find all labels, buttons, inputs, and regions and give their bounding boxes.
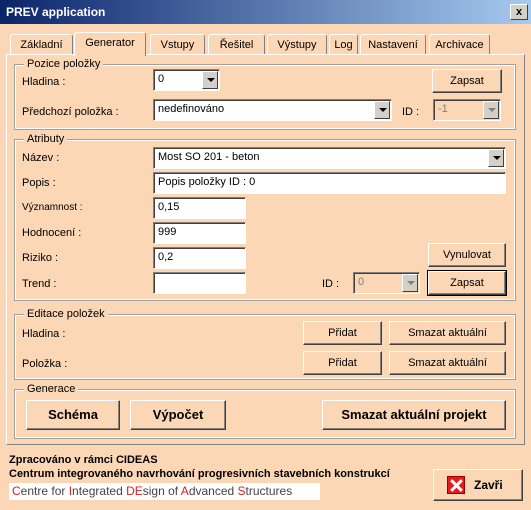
group-editace-polozek: Editace položek Hladina : Přidat Smazat …	[14, 308, 516, 380]
zavri-button[interactable]: Zavři	[433, 469, 523, 501]
group-title-editace: Editace položek	[24, 308, 108, 320]
chevron-down-icon[interactable]	[488, 149, 504, 167]
logo-letter: C	[12, 484, 21, 498]
tab-vstupy[interactable]: Vstupy	[150, 34, 205, 56]
group-pozice-polozky: Pozice položky Hladina : 0 Zapsat Předch…	[14, 58, 516, 130]
atributy-zapsat-button[interactable]: Zapsat	[427, 270, 507, 296]
tab-generator[interactable]: Generator	[74, 32, 146, 56]
group-atributy: Atributy Název : Most SO 201 - beton Pop…	[14, 133, 516, 301]
tab-vystupy[interactable]: Výstupy	[267, 34, 327, 56]
pozice-zapsat-button[interactable]: Zapsat	[432, 69, 502, 93]
hladina-label: Hladina :	[22, 76, 66, 88]
atributy-id-label: ID :	[322, 278, 340, 290]
group-title-atributy: Atributy	[24, 133, 68, 145]
hodnoceni-input[interactable]: 999	[153, 222, 246, 244]
schema-button[interactable]: Schéma	[26, 400, 120, 430]
hladina-dropdown[interactable]: 0	[153, 69, 220, 91]
pozice-id-dropdown: -1	[433, 99, 501, 121]
generator-panel: Pozice položky Hladina : 0 Zapsat Předch…	[6, 54, 525, 445]
polozka-pridat-button[interactable]: Přidat	[303, 351, 382, 375]
logo-text: tructures	[245, 484, 293, 498]
popis-input[interactable]: Popis položky ID : 0	[153, 172, 506, 194]
logo-letter: A	[180, 484, 189, 498]
popis-label: Popis :	[22, 177, 56, 189]
vynulovat-button[interactable]: Vynulovat	[428, 243, 506, 267]
smazat-projekt-button[interactable]: Smazat aktuální projekt	[322, 400, 506, 430]
tab-nastaveni[interactable]: Nastavení	[360, 34, 426, 56]
atributy-id-dropdown: 0	[353, 272, 420, 294]
tab-resitel[interactable]: Řešitel	[208, 34, 265, 56]
hodnoceni-label: Hodnocení :	[22, 227, 82, 239]
riziko-input[interactable]: 0,2	[153, 247, 246, 269]
logo-letter: S	[237, 484, 246, 498]
nazev-value: Most SO 201 - beton	[158, 151, 260, 163]
chevron-down-icon	[402, 274, 418, 292]
predchozi-polozka-value: nedefinováno	[158, 103, 225, 115]
nazev-label: Název :	[22, 152, 60, 164]
trend-label: Trend :	[22, 278, 57, 290]
close-icon	[447, 476, 465, 494]
logo-text: ntegrated	[72, 484, 127, 498]
hladina-pridat-button[interactable]: Přidat	[303, 321, 382, 345]
hladina-value: 0	[158, 73, 165, 85]
polozka-smazat-button[interactable]: Smazat aktuální	[389, 351, 506, 375]
trend-input[interactable]	[153, 272, 246, 294]
pozice-id-value: -1	[438, 103, 448, 115]
chevron-down-icon	[483, 101, 499, 119]
window-close-button[interactable]: x	[510, 4, 528, 20]
riziko-label: Riziko :	[22, 252, 59, 264]
tab-archivace[interactable]: Archivace	[429, 34, 490, 56]
predchozi-polozka-label: Předchozí položka :	[22, 106, 119, 118]
title-bar: PREV application x	[0, 0, 531, 24]
tab-log[interactable]: Log	[329, 34, 358, 56]
chevron-down-icon[interactable]	[374, 101, 390, 119]
logo-text: dvanced	[188, 484, 238, 498]
logo-text: entre for	[20, 484, 69, 498]
group-title-pozice: Pozice položky	[24, 58, 104, 70]
logo-text: sign of	[142, 484, 181, 498]
window-title: PREV application	[6, 5, 106, 19]
tab-zakladni[interactable]: Základní	[10, 34, 73, 56]
editace-polozka-label: Položka :	[22, 358, 68, 370]
group-generace: Generace Schéma Výpočet Smazat aktuální …	[14, 383, 516, 439]
predchozi-polozka-dropdown[interactable]: nedefinováno	[153, 99, 392, 121]
vyznamnost-label: Významnost :	[22, 202, 83, 213]
footer-line1: Zpracováno v rámci CIDEAS	[9, 454, 158, 466]
zavri-label: Zavři	[474, 478, 503, 492]
chevron-down-icon[interactable]	[202, 71, 218, 89]
vyznamnost-input[interactable]: 0,15	[153, 197, 246, 219]
logo-letter: DE	[126, 484, 143, 498]
group-title-generace: Generace	[24, 383, 79, 395]
atributy-id-value: 0	[358, 276, 365, 288]
vypocet-button[interactable]: Výpočet	[130, 400, 226, 430]
cideas-logo: Centre for Integrated DEsign of Advanced…	[9, 483, 320, 500]
editace-hladina-label: Hladina :	[22, 328, 66, 340]
footer-line2: Centrum integrovaného navrhování progres…	[9, 468, 390, 480]
pozice-id-label: ID :	[402, 106, 420, 118]
nazev-dropdown[interactable]: Most SO 201 - beton	[153, 147, 506, 169]
hladina-smazat-button[interactable]: Smazat aktuální	[389, 321, 506, 345]
